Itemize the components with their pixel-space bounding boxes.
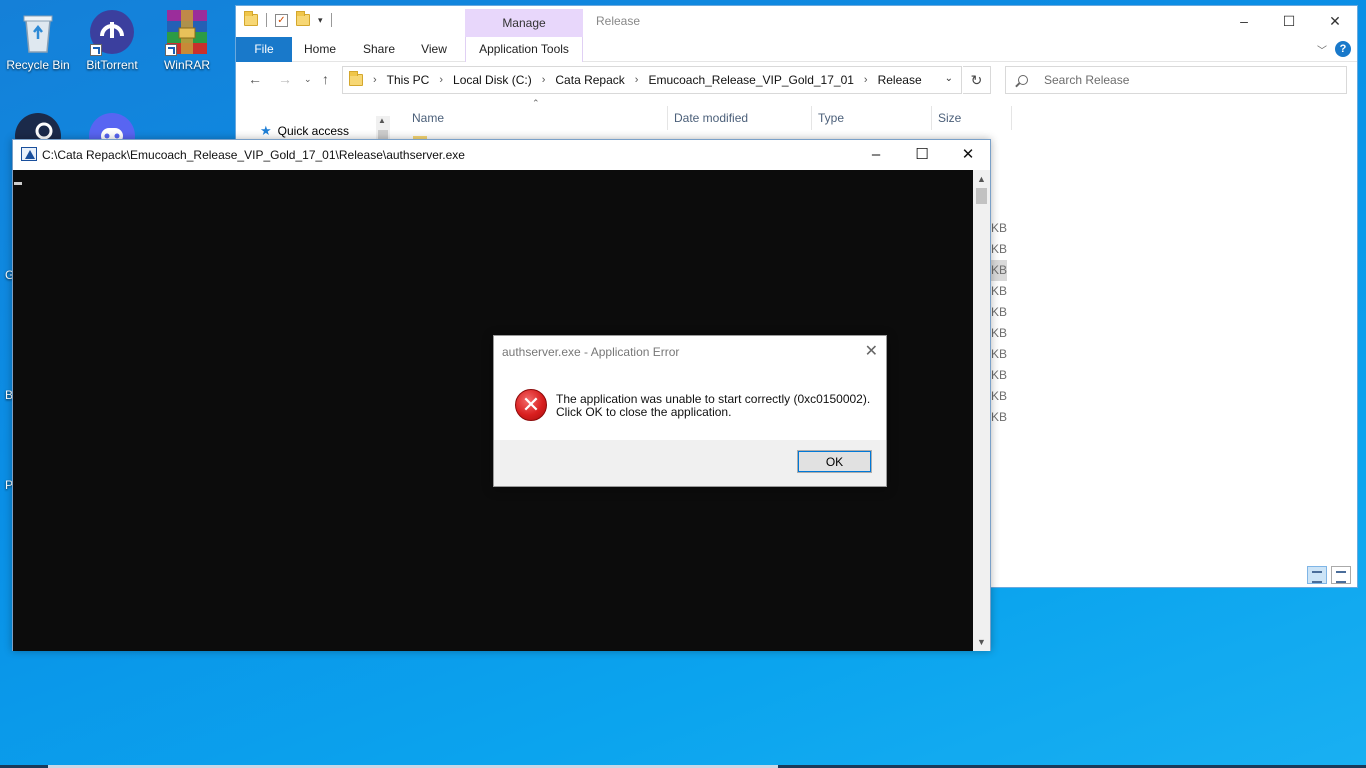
- error-icon: ✕: [515, 389, 547, 421]
- customize-toolbar-icon[interactable]: ▾: [318, 15, 323, 26]
- up-arrow-icon[interactable]: ↑: [322, 71, 329, 87]
- explorer-close-button[interactable]: ✕: [1312, 6, 1358, 36]
- view-mode-switcher: [1307, 566, 1351, 584]
- breadcrumb-chevron-icon[interactable]: ›: [439, 74, 443, 86]
- forward-arrow-icon[interactable]: →: [278, 71, 292, 87]
- console-maximize-button[interactable]: ☐: [899, 140, 945, 170]
- bittorrent-icon: [88, 8, 136, 56]
- dialog-title: authserver.exe - Application Error: [502, 345, 680, 359]
- shortcut-arrow-icon: [90, 44, 102, 56]
- toolbar-separator: [266, 13, 267, 27]
- explorer-window-title: Release: [596, 14, 641, 28]
- scrollbar-thumb[interactable]: [976, 188, 987, 204]
- tab-share[interactable]: Share: [356, 37, 402, 62]
- search-placeholder: Search Release: [1044, 73, 1130, 87]
- winrar-label: WinRAR: [163, 58, 210, 72]
- folder-icon: [349, 71, 363, 86]
- file-size-cell: KB: [991, 305, 1008, 319]
- help-icon[interactable]: ?: [1335, 41, 1351, 57]
- new-folder-icon[interactable]: [296, 11, 310, 26]
- desktop-icon-bittorrent[interactable]: BitTorrent: [74, 8, 150, 72]
- console-titlebar[interactable]: C:\Cata Repack\Emucoach_Release_VIP_Gold…: [13, 140, 990, 170]
- recycle-bin-label: Recycle Bin: [6, 58, 70, 72]
- winrar-icon: [163, 8, 211, 56]
- file-size-cell: KB: [991, 410, 1008, 424]
- breadcrumb-release[interactable]: Release: [878, 73, 922, 87]
- address-dropdown-icon[interactable]: ⌄: [945, 73, 953, 84]
- recycle-bin-icon: [14, 8, 62, 56]
- recent-locations-icon[interactable]: ⌄: [304, 74, 312, 85]
- desktop-icon-recycle-bin[interactable]: Recycle Bin: [0, 8, 76, 72]
- tab-application-tools[interactable]: Application Tools: [465, 37, 583, 62]
- console-minimize-button[interactable]: –: [853, 140, 899, 170]
- tab-file[interactable]: File: [236, 37, 292, 62]
- column-header-name[interactable]: Name: [406, 106, 666, 130]
- dialog-footer: OK: [494, 440, 886, 486]
- shortcut-arrow-icon: [165, 44, 177, 56]
- file-size-cell: KB: [991, 221, 1008, 235]
- column-divider[interactable]: [1011, 106, 1012, 130]
- dialog-message: The application was unable to start corr…: [556, 393, 876, 419]
- dialog-message-line: Click OK to close the application.: [556, 405, 732, 419]
- explorer-minimize-button[interactable]: –: [1221, 6, 1267, 36]
- tab-view[interactable]: View: [414, 37, 454, 62]
- quick-access-toolbar: ✓ ▾: [244, 11, 332, 27]
- toolbar-separator: [330, 13, 332, 27]
- text-cursor: [14, 182, 22, 185]
- column-header-size[interactable]: Size: [932, 106, 1010, 130]
- file-size-cell: KB: [991, 326, 1008, 340]
- explorer-maximize-button[interactable]: ☐: [1266, 6, 1312, 36]
- file-size-cell: KB: [991, 284, 1008, 298]
- console-app-icon: [21, 147, 37, 161]
- column-header-date-modified[interactable]: Date modified: [668, 106, 810, 130]
- tab-home[interactable]: Home: [298, 37, 342, 62]
- search-box[interactable]: Search Release: [1005, 66, 1347, 94]
- large-icons-view-icon[interactable]: [1331, 566, 1351, 584]
- expand-ribbon-icon[interactable]: ﹀: [1317, 42, 1327, 57]
- desktop-icon-winrar[interactable]: WinRAR: [149, 8, 225, 72]
- details-view-icon[interactable]: [1307, 566, 1327, 584]
- star-icon: ★: [260, 123, 272, 138]
- console-scrollbar[interactable]: ▲ ▼: [973, 170, 990, 651]
- navigation-bar: ← → ⌄ ↑ › This PC › Local Disk (C:) › Ca…: [236, 63, 1357, 97]
- file-size-cell: KB: [991, 242, 1008, 256]
- search-icon: [1018, 75, 1028, 85]
- breadcrumb-cata-repack[interactable]: Cata Repack: [555, 73, 624, 87]
- manage-contextual-tab[interactable]: Manage: [465, 9, 583, 37]
- breadcrumb-chevron-icon[interactable]: ›: [542, 74, 546, 86]
- ok-button[interactable]: OK: [797, 450, 872, 473]
- address-bar[interactable]: › This PC › Local Disk (C:) › Cata Repac…: [342, 66, 962, 94]
- refresh-button[interactable]: ↻: [963, 66, 991, 94]
- file-size-cell: KB: [991, 368, 1008, 382]
- folder-icon: [244, 11, 258, 26]
- breadcrumb-chevron-icon[interactable]: ›: [635, 74, 639, 86]
- quick-access-label: Quick access: [277, 124, 350, 138]
- properties-icon[interactable]: ✓: [275, 13, 288, 27]
- file-size-cell: KB: [991, 260, 1007, 281]
- file-size-cell: KB: [991, 347, 1008, 361]
- breadcrumb-emucoach-release[interactable]: Emucoach_Release_VIP_Gold_17_01: [648, 73, 853, 87]
- scroll-up-icon[interactable]: ▲: [977, 174, 986, 184]
- explorer-titlebar[interactable]: ✓ ▾ Manage Release – ☐ ✕: [236, 6, 1357, 37]
- breadcrumb-chevron-icon[interactable]: ›: [864, 74, 868, 86]
- ribbon-tabs: File Home Share View Application Tools ﹀…: [236, 37, 1357, 62]
- column-header-type[interactable]: Type: [812, 106, 930, 130]
- file-size-cell: KB: [991, 389, 1008, 403]
- application-error-dialog[interactable]: authserver.exe - Application Error ✕ ✕ T…: [493, 335, 887, 487]
- scroll-down-icon[interactable]: ▼: [977, 637, 986, 647]
- dialog-close-button[interactable]: ✕: [865, 341, 878, 361]
- scroll-up-icon[interactable]: ▲: [378, 116, 386, 125]
- console-close-button[interactable]: ✕: [945, 140, 991, 170]
- breadcrumb-chevron-icon[interactable]: ›: [373, 74, 377, 86]
- back-arrow-icon[interactable]: ←: [248, 71, 262, 87]
- console-window-title: C:\Cata Repack\Emucoach_Release_VIP_Gold…: [42, 148, 465, 162]
- bittorrent-label: BitTorrent: [86, 58, 138, 72]
- nav-item-quick-access[interactable]: ★ Quick access: [260, 123, 349, 139]
- breadcrumb-this-pc[interactable]: This PC: [387, 73, 430, 87]
- breadcrumb-local-disk[interactable]: Local Disk (C:): [453, 73, 532, 87]
